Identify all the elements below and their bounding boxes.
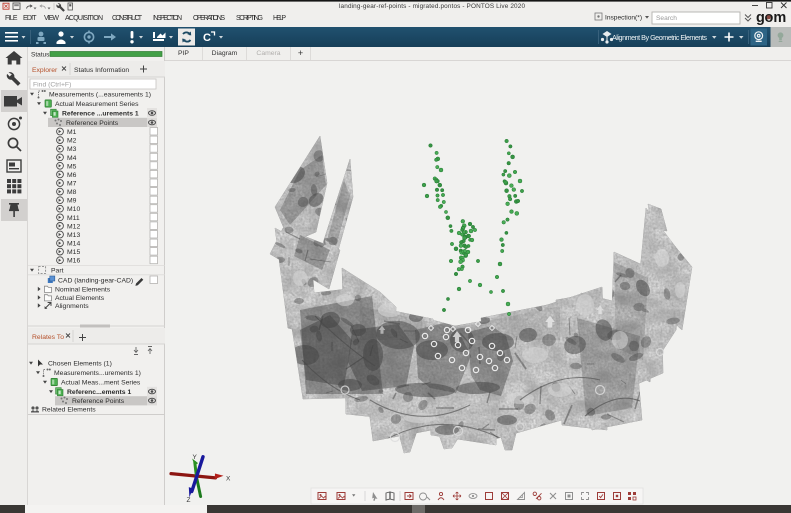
svg-text:VIEW: VIEW xyxy=(44,15,59,22)
svg-text:M11: M11 xyxy=(67,215,80,222)
svg-text:Chosen Elements (1): Chosen Elements (1) xyxy=(48,361,112,368)
svg-text:M7: M7 xyxy=(67,181,77,188)
svg-text:Part: Part xyxy=(51,268,64,275)
svg-text:Nominal Elements: Nominal Elements xyxy=(55,287,111,294)
svg-text:M3: M3 xyxy=(67,146,77,153)
svg-text:M12: M12 xyxy=(67,223,80,230)
svg-text:M4: M4 xyxy=(67,155,77,162)
svg-text:Alignments: Alignments xyxy=(55,303,89,310)
svg-text:M8: M8 xyxy=(67,189,77,196)
svg-text:M15: M15 xyxy=(67,249,80,256)
svg-text:M6: M6 xyxy=(67,172,77,179)
svg-text:M5: M5 xyxy=(67,163,77,170)
svg-text:Reference Points: Reference Points xyxy=(72,398,125,405)
svg-text:M10: M10 xyxy=(67,206,80,213)
svg-text:SCRIPTING: SCRIPTING xyxy=(236,15,263,22)
svg-text:Relates To: Relates To xyxy=(32,334,64,341)
svg-text:Find (Ctrl+F): Find (Ctrl+F) xyxy=(33,82,71,89)
svg-text:landing-gear-ref-points - migr: landing-gear-ref-points - migrated.ponto… xyxy=(339,3,525,10)
svg-text:Actual Measurement Series: Actual Measurement Series xyxy=(55,101,139,108)
svg-text:X: X xyxy=(226,476,231,483)
svg-text:Actual Elements: Actual Elements xyxy=(55,295,105,302)
svg-text:Reference ...urements 1: Reference ...urements 1 xyxy=(62,111,139,118)
svg-text:INSPECTION: INSPECTION xyxy=(153,15,182,22)
svg-text:CONSTRUCT: CONSTRUCT xyxy=(112,15,143,22)
svg-text:Alignment By Geometric Element: Alignment By Geometric Elements xyxy=(612,33,707,42)
svg-text:OPERATIONS: OPERATIONS xyxy=(193,15,225,22)
svg-text:M2: M2 xyxy=(67,138,77,145)
svg-text:Reference Points: Reference Points xyxy=(66,120,119,127)
svg-text:Actual Meas...ment Series: Actual Meas...ment Series xyxy=(61,380,141,387)
svg-text:M13: M13 xyxy=(67,232,80,239)
svg-text:Status Information: Status Information xyxy=(74,67,129,74)
svg-text:ACQUISITION: ACQUISITION xyxy=(65,15,103,22)
svg-text:Y: Y xyxy=(193,454,198,461)
svg-text:g: g xyxy=(756,10,764,26)
svg-text:HELP: HELP xyxy=(273,15,286,22)
svg-text:FILE: FILE xyxy=(5,15,18,22)
svg-text:Z: Z xyxy=(187,497,191,504)
svg-text:Status: Status xyxy=(31,52,50,59)
svg-text:Explorer: Explorer xyxy=(32,67,58,74)
svg-text:Inspection(*): Inspection(*) xyxy=(605,15,642,22)
svg-text:Measurements...urements 1): Measurements...urements 1) xyxy=(54,370,141,377)
svg-text:M1: M1 xyxy=(67,129,77,136)
svg-text:CAD (landing-gear-CAD): CAD (landing-gear-CAD) xyxy=(58,278,133,285)
svg-text:C: C xyxy=(203,32,211,44)
svg-text:EDIT: EDIT xyxy=(23,15,37,22)
svg-text:M16: M16 xyxy=(67,258,80,265)
svg-text:M14: M14 xyxy=(67,241,80,248)
svg-text:Measurements (...easurements 1: Measurements (...easurements 1) xyxy=(49,92,151,99)
svg-text:Referenc...ements 1: Referenc...ements 1 xyxy=(67,389,131,396)
svg-text:M9: M9 xyxy=(67,198,77,205)
svg-text:Search: Search xyxy=(656,15,677,22)
svg-text:Related Elements: Related Elements xyxy=(42,407,96,414)
